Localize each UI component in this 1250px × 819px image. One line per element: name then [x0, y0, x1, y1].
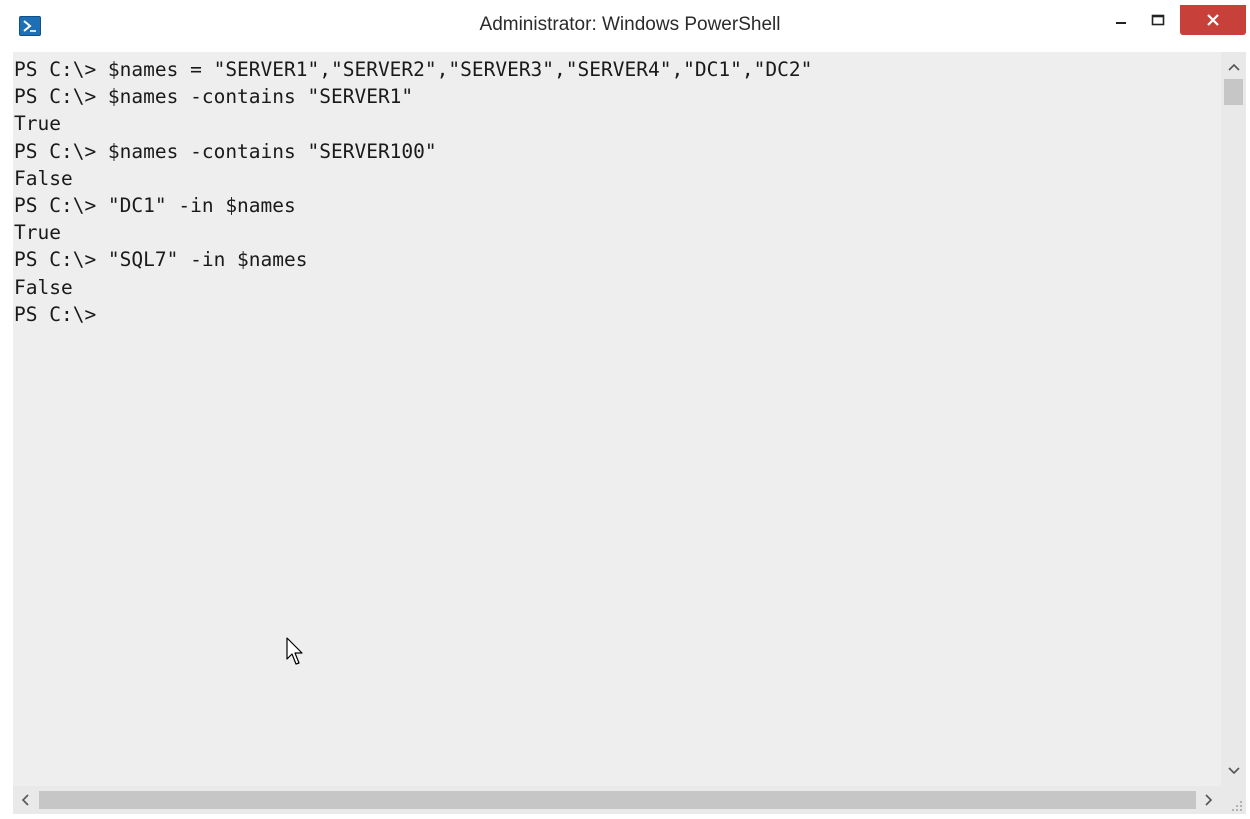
minimize-button[interactable] — [1104, 5, 1138, 35]
console-line: PS C:\> $names -contains "SERVER100" — [14, 139, 437, 163]
console-line: False — [14, 275, 73, 299]
powershell-window: Administrator: Windows PowerShell PS C:\… — [0, 0, 1250, 816]
console-output[interactable]: PS C:\> $names = "SERVER1","SERVER2","SE… — [13, 52, 1221, 786]
scroll-down-button[interactable] — [1221, 760, 1246, 782]
close-icon — [1207, 14, 1219, 26]
vertical-scroll-thumb[interactable] — [1224, 79, 1243, 105]
console-prompt-line[interactable]: PS C:\> — [14, 301, 812, 328]
console-line: False — [14, 166, 73, 190]
scroll-right-button[interactable] — [1197, 786, 1221, 814]
chevron-up-icon — [1227, 63, 1240, 71]
console-lines: PS C:\> $names = "SERVER1","SERVER2","SE… — [14, 56, 812, 328]
scroll-up-button[interactable] — [1221, 56, 1246, 78]
horizontal-scrollbar[interactable] — [13, 786, 1221, 814]
minimize-icon — [1116, 22, 1126, 24]
chevron-left-icon — [21, 794, 29, 806]
chevron-down-icon — [1227, 767, 1240, 775]
console-line: True — [14, 221, 61, 245]
console-line: PS C:\> "DC1" -in $names — [14, 193, 296, 217]
scroll-left-button[interactable] — [13, 786, 37, 814]
console-line: PS C:\> "SQL7" -in $names — [14, 248, 308, 272]
vertical-scrollbar[interactable] — [1221, 52, 1246, 786]
maximize-icon — [1151, 14, 1165, 26]
resize-grip-icon — [1232, 801, 1242, 811]
resize-grip[interactable] — [1221, 786, 1246, 814]
window-title: Administrator: Windows PowerShell — [479, 14, 781, 35]
console-line: PS C:\> $names -contains "SERVER1" — [14, 85, 414, 109]
chevron-right-icon — [1205, 794, 1213, 806]
console-line: PS C:\> $names = "SERVER1","SERVER2","SE… — [14, 58, 813, 81]
close-button[interactable] — [1180, 5, 1246, 35]
title-bar[interactable]: Administrator: Windows PowerShell — [0, 0, 1250, 50]
console-line: True — [14, 112, 61, 136]
horizontal-scroll-thumb[interactable] — [39, 791, 1196, 809]
maximize-button[interactable] — [1140, 5, 1176, 35]
mouse-pointer-icon — [286, 637, 306, 672]
